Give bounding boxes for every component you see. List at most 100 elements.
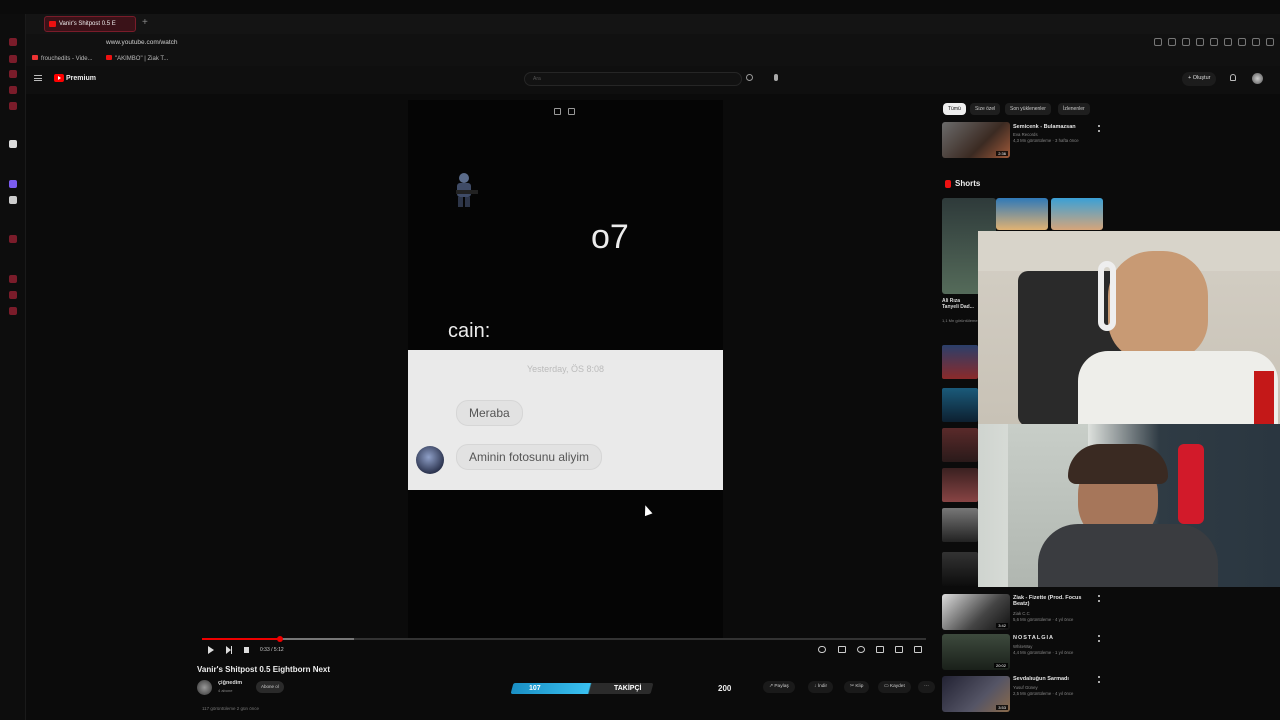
chat-timestamp: Yesterday, ÖS 8:08 (526, 364, 605, 374)
save-button[interactable]: ▭ Kaydet (878, 681, 911, 693)
hamburger-menu-icon[interactable] (34, 75, 42, 81)
more-actions-icon[interactable]: ⋯ (918, 681, 935, 693)
channel-name[interactable]: çiğnedim (218, 680, 242, 686)
browser-sidebar (0, 14, 26, 720)
avatar[interactable] (1252, 73, 1263, 84)
rail-icon-9[interactable] (9, 291, 17, 299)
rec-title-2[interactable]: Ziak - Fizette (Prod. Focus Beatz) (1013, 595, 1099, 607)
menu-icon[interactable] (1266, 38, 1274, 46)
rec-meta-4: 2,5 Mn görüntüleme · 4 yıl önce (1013, 691, 1074, 696)
duration-badge: 2:36 (996, 151, 1008, 156)
rec-title-1[interactable]: Semicenk - Bulamazsan (1013, 124, 1099, 130)
rec-thumbnail-small-2[interactable] (942, 388, 978, 422)
search-input[interactable]: Ara (524, 72, 742, 86)
play-icon[interactable] (208, 646, 214, 654)
rec-thumbnail-small-6[interactable] (942, 552, 978, 586)
x-icon[interactable] (9, 196, 17, 204)
rec-title-4[interactable]: Sevdalıuğun Sarmadı (1013, 676, 1099, 682)
webcam-feed-bottom (978, 424, 1280, 587)
chat-avatar (416, 446, 444, 474)
shorts-icon (945, 180, 951, 188)
volume-icon[interactable] (244, 647, 249, 653)
download-icon[interactable] (1252, 38, 1260, 46)
pip-icon[interactable] (568, 108, 575, 115)
rec-thumbnail-small-3[interactable] (942, 428, 978, 462)
progress-bar[interactable] (202, 636, 926, 642)
youtube-header: Premium Ara + Oluştur (26, 66, 1280, 94)
subtitles-icon[interactable] (838, 646, 846, 653)
more-options-icon[interactable] (1098, 595, 1100, 602)
rail-icon-1[interactable] (9, 38, 17, 46)
rec-title-3[interactable]: NOSTALGIA (1013, 635, 1099, 641)
copy-icon[interactable] (554, 108, 561, 115)
progress-knob[interactable] (277, 636, 284, 642)
rec-thumbnail-small-4[interactable] (942, 468, 978, 502)
bookmark-icon[interactable] (1168, 38, 1176, 46)
youtube-logo-icon[interactable] (54, 74, 64, 82)
theater-mode-icon[interactable] (895, 646, 903, 653)
search-icon[interactable] (746, 74, 753, 81)
zoom-icon[interactable] (1154, 38, 1162, 46)
clip-button[interactable]: ✂ Klip (844, 681, 870, 693)
duration-badge: 20:02 (993, 663, 1008, 668)
more-options-icon[interactable] (1098, 125, 1100, 132)
download-button[interactable]: ↓ İndir (808, 681, 834, 693)
rec-thumbnail-4[interactable]: 3:53 (942, 676, 1010, 712)
new-tab-icon[interactable]: + (142, 17, 148, 28)
channel-avatar[interactable] (197, 680, 212, 695)
rail-icon-8[interactable] (9, 275, 17, 283)
short-thumbnail-2[interactable] (996, 198, 1048, 230)
tab-bar: Vanir's Shitpost 0.5 E + (26, 14, 1280, 34)
youtube-brand[interactable]: Premium (66, 75, 96, 82)
rail-icon-4[interactable] (9, 86, 17, 94)
play-icon[interactable] (1210, 38, 1218, 46)
miniplayer-icon[interactable] (876, 646, 884, 653)
chip-for-you[interactable]: Size özel (970, 103, 1001, 115)
bookmark-item-1[interactable]: frouchedits - Vide... (32, 55, 93, 62)
heart-icon[interactable] (1224, 38, 1232, 46)
video-player[interactable]: o7 cain: Yesterday, ÖS 8:08 Meraba Amini… (408, 100, 723, 640)
rail-icon-7[interactable] (9, 235, 17, 243)
settings-gear-icon[interactable] (857, 646, 865, 653)
share-button[interactable]: ↗ Paylaş (763, 681, 795, 693)
follower-label: TAKİPÇİ (614, 685, 642, 692)
extensions-icon[interactable] (1238, 38, 1246, 46)
rec-thumbnail-1[interactable]: 2:36 (942, 122, 1010, 158)
tab-active[interactable]: Vanir's Shitpost 0.5 E (44, 16, 136, 32)
microphone-icon (1178, 444, 1204, 524)
rail-icon-2[interactable] (9, 55, 17, 63)
rec-thumbnail-small-1[interactable] (942, 345, 978, 379)
rail-icon-5[interactable] (9, 102, 17, 110)
rail-icon-6[interactable] (9, 140, 17, 148)
next-icon[interactable] (226, 646, 232, 654)
rec-thumbnail-small-5[interactable] (942, 508, 978, 542)
chip-all[interactable]: Tümü (943, 103, 966, 115)
rec-meta-2: 5,6 Mn görüntüleme · 4 yıl önce (1013, 617, 1074, 622)
chip-watched[interactable]: İzlenenler (1058, 103, 1090, 115)
overlay-text-o7: o7 (591, 218, 629, 256)
rec-meta-1: 4,3 Mn görüntüleme · 3 hafta önce (1013, 138, 1079, 143)
rec-thumbnail-2[interactable]: 3:42 (942, 594, 1010, 630)
create-button[interactable]: + Oluştur (1182, 72, 1217, 86)
shield-icon[interactable] (1196, 38, 1204, 46)
autoplay-toggle-icon[interactable] (818, 646, 826, 653)
bell-icon[interactable] (1230, 74, 1236, 81)
progress-played (202, 638, 281, 640)
rec-thumbnail-3[interactable]: 20:02 (942, 634, 1010, 670)
url-text[interactable]: www.youtube.com/watch (106, 39, 178, 46)
address-bar: www.youtube.com/watch (26, 34, 1280, 52)
more-options-icon[interactable] (1098, 635, 1100, 642)
rail-icon-10[interactable] (9, 307, 17, 315)
fullscreen-icon[interactable] (914, 646, 922, 653)
twitch-icon[interactable] (9, 180, 17, 188)
short-caption[interactable]: Ali Rıza Tanyeli Dad... (942, 298, 978, 310)
rail-icon-3[interactable] (9, 70, 17, 78)
subscribe-button[interactable]: Abone ol (256, 681, 284, 693)
screenshot-icon[interactable] (1182, 38, 1190, 46)
mic-icon[interactable] (774, 74, 778, 81)
subscriber-count: 4 abone (218, 688, 233, 693)
more-options-icon[interactable] (1098, 676, 1100, 683)
chip-recent[interactable]: Son yüklenenler (1005, 103, 1051, 115)
bookmark-item-2[interactable]: "AKIMBO" | Ziak T... (106, 55, 168, 62)
short-thumbnail-3[interactable] (1051, 198, 1103, 230)
